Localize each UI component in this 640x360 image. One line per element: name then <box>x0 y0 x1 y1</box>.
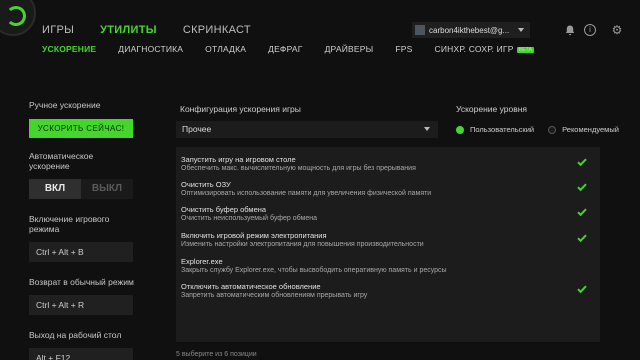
radio-recommended-label: Рекомендуемый <box>562 125 619 134</box>
toggle-off-button[interactable]: ВЫКЛ <box>81 179 133 199</box>
check-icon[interactable] <box>577 207 587 217</box>
item-description: Очистить неиспользуемый буфер обмена <box>181 215 317 222</box>
config-selected-value: Прочее <box>182 124 212 134</box>
left-column: Ручное ускорение УСКОРИТЬ СЕЙЧАС! Автома… <box>29 100 135 360</box>
chevron-down-icon <box>518 28 524 32</box>
info-icon[interactable]: i <box>584 24 596 36</box>
subtab-save-sync-label: СИНХР. СОХР. ИГР <box>434 44 514 54</box>
item-description: Оптимизировать использование памяти для … <box>181 190 432 197</box>
radio-custom-label: Пользовательский <box>470 125 535 134</box>
game-mode-label: Включение игрового режима <box>29 214 110 234</box>
list-item: Очистить буфер обмена Очистить неиспольз… <box>181 205 591 222</box>
normal-mode-hotkey-field[interactable]: Ctrl + Alt + R <box>29 295 133 315</box>
item-title: Запустить игру на игровом столе <box>181 155 296 164</box>
radio-recommended[interactable] <box>548 125 557 134</box>
subtab-fps[interactable]: FPS <box>395 44 412 54</box>
item-description: Изменить настройки электропитания для по… <box>181 241 424 248</box>
list-item: Explorer.exe Закрыть службу Explorer.exe… <box>181 257 591 274</box>
item-title: Очистить ОЗУ <box>181 180 231 189</box>
list-item: Отключить автоматическое обновление Запр… <box>181 282 591 299</box>
subtab-drivers[interactable]: ДРАЙВЕРЫ <box>325 44 374 54</box>
options-panel: Запустить игру на игровом столе Обеспечи… <box>176 147 600 342</box>
bell-icon[interactable] <box>564 24 576 36</box>
normal-mode-label: Возврат в обычный режим <box>29 277 134 287</box>
list-item: Очистить ОЗУ Оптимизировать использовани… <box>181 180 591 197</box>
avatar <box>415 25 425 35</box>
item-description: Обеспечить макс. вычислительную мощность… <box>181 165 416 172</box>
item-description: Запретить автоматическим обновлениям пре… <box>181 292 368 299</box>
razer-logo <box>0 0 36 36</box>
subtab-boost[interactable]: УСКОРЕНИЕ <box>42 44 96 54</box>
toggle-on-button[interactable]: ВКЛ <box>29 179 81 199</box>
item-title: Explorer.exe <box>181 257 223 266</box>
subtab-defrag[interactable]: ДЕФРАГ <box>268 44 302 54</box>
auto-boost-label: Автоматическое ускорение <box>29 151 94 171</box>
boost-now-button[interactable]: УСКОРИТЬ СЕЙЧАС! <box>29 119 133 138</box>
tab-screencast[interactable]: СКРИНКАСТ <box>183 24 251 36</box>
beta-badge: BETA <box>516 47 535 53</box>
config-select[interactable]: Прочее <box>176 121 438 138</box>
item-description: Закрыть службу Explorer.exe, чтобы высво… <box>181 267 447 274</box>
tab-games[interactable]: ИГРЫ <box>42 24 74 36</box>
desktop-label: Выход на рабочий стол <box>29 330 122 340</box>
config-title: Конфигурация ускорения игры <box>180 104 301 114</box>
desktop-hotkey-field[interactable]: Alt + F12 <box>29 348 133 360</box>
game-mode-hotkey-field[interactable]: Ctrl + Alt + B <box>29 242 133 262</box>
item-title: Отключить автоматическое обновление <box>181 282 321 291</box>
check-icon[interactable] <box>577 182 587 192</box>
manual-boost-label: Ручное ускорение <box>29 100 101 110</box>
subtab-debug[interactable]: ОТЛАДКА <box>205 44 246 54</box>
level-radio-group: Пользовательский Рекомендуемый <box>456 125 619 134</box>
check-icon[interactable] <box>577 284 587 294</box>
check-icon[interactable] <box>577 157 587 167</box>
list-item: Запустить игру на игровом столе Обеспечи… <box>181 155 591 172</box>
subtab-diagnostics[interactable]: ДИАГНОСТИКА <box>118 44 183 54</box>
check-icon[interactable] <box>577 233 587 243</box>
radio-custom[interactable] <box>456 125 464 134</box>
account-name: carbon4ikthebest@g... <box>429 25 510 35</box>
tab-utilities[interactable]: УТИЛИТЫ <box>100 24 157 36</box>
account-dropdown[interactable]: carbon4ikthebest@g... <box>412 22 530 38</box>
subtab-save-sync[interactable]: СИНХР. СОХР. ИГР BETA <box>435 44 535 54</box>
auto-boost-toggle: ВКЛ ВЫКЛ <box>29 179 133 199</box>
chevron-down-icon <box>424 127 430 131</box>
level-title: Ускорение уровня <box>456 104 528 114</box>
top-navigation: ИГРЫ УТИЛИТЫ СКРИНКАСТ <box>42 24 251 36</box>
item-title: Включить игровой режим электропитания <box>181 231 327 240</box>
gear-icon[interactable]: ⚙ <box>611 24 623 36</box>
sub-navigation: УСКОРЕНИЕ ДИАГНОСТИКА ОТЛАДКА ДЕФРАГ ДРА… <box>42 44 535 54</box>
list-item: Включить игровой режим электропитания Из… <box>181 231 591 248</box>
item-title: Очистить буфер обмена <box>181 205 267 214</box>
selection-count: 5 выберите из 6 позиции <box>176 351 257 358</box>
